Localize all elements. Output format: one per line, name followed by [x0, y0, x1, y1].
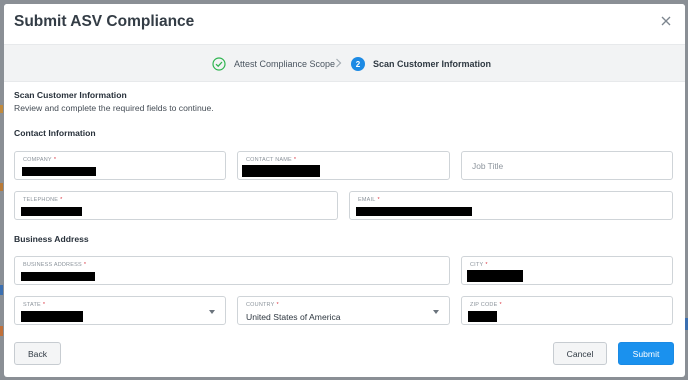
step-label: Attest Compliance Scope	[234, 59, 336, 69]
city-field[interactable]: CITY *	[461, 256, 673, 285]
redacted-value	[21, 311, 83, 322]
chevron-down-icon	[433, 310, 439, 314]
redacted-value	[467, 270, 523, 282]
redacted-value	[242, 165, 320, 177]
country-value: United States of America	[246, 312, 341, 322]
step-label: Scan Customer Information	[373, 59, 492, 69]
telephone-field[interactable]: TELEPHONE *	[14, 191, 338, 220]
contact-information-heading: Contact Information	[14, 128, 96, 138]
email-field[interactable]: EMAIL *	[349, 191, 673, 220]
business-address-heading: Business Address	[14, 234, 89, 244]
submit-asv-modal: Submit ASV Compliance Attest Compliance …	[4, 4, 685, 377]
modal-header: Submit ASV Compliance	[4, 4, 685, 40]
state-label: STATE *	[23, 302, 46, 308]
job-title-placeholder: Job Title	[472, 161, 504, 171]
back-button[interactable]: Back	[14, 342, 61, 365]
modal-title: Submit ASV Compliance	[14, 13, 195, 30]
zip-code-field[interactable]: ZIP CODE *	[461, 296, 673, 325]
section-description: Review and complete the required fields …	[14, 103, 214, 113]
company-field[interactable]: COMPANY *	[14, 151, 226, 180]
backdrop-mark	[0, 285, 3, 295]
redacted-value	[21, 272, 95, 281]
check-circle-icon	[212, 57, 226, 71]
company-label: COMPANY *	[23, 157, 57, 163]
country-select[interactable]: COUNTRY * United States of America	[237, 296, 450, 325]
contact-name-field[interactable]: CONTACT NAME *	[237, 151, 450, 180]
state-select[interactable]: STATE *	[14, 296, 226, 325]
backdrop-mark	[0, 326, 3, 336]
zip-code-label: ZIP CODE *	[470, 302, 502, 308]
job-title-field[interactable]: Job Title	[461, 151, 673, 180]
close-icon[interactable]	[660, 15, 672, 27]
city-label: CITY *	[470, 262, 488, 268]
section-title: Scan Customer Information	[14, 90, 127, 100]
chevron-down-icon	[209, 310, 215, 314]
contact-name-label: CONTACT NAME *	[246, 157, 297, 163]
step-scan-customer-information[interactable]: 2 Scan Customer Information	[351, 56, 491, 72]
redacted-value	[21, 207, 82, 216]
backdrop-mark	[0, 105, 3, 113]
step-number: 2	[351, 57, 365, 71]
submit-button[interactable]: Submit	[618, 342, 674, 365]
business-address-label: BUSINESS ADDRESS *	[23, 262, 87, 268]
business-address-field[interactable]: BUSINESS ADDRESS *	[14, 256, 450, 285]
email-label: EMAIL *	[358, 197, 380, 203]
redacted-value	[356, 207, 472, 216]
country-label: COUNTRY *	[246, 302, 279, 308]
chevron-right-icon	[336, 58, 342, 68]
wizard-stepper: Attest Compliance Scope 2 Scan Customer …	[4, 44, 685, 82]
step-attest-compliance-scope[interactable]: Attest Compliance Scope	[212, 56, 335, 72]
redacted-value	[22, 167, 96, 176]
redacted-value	[468, 311, 497, 322]
backdrop-mark	[0, 183, 3, 191]
telephone-label: TELEPHONE *	[23, 197, 63, 203]
cancel-button[interactable]: Cancel	[553, 342, 607, 365]
